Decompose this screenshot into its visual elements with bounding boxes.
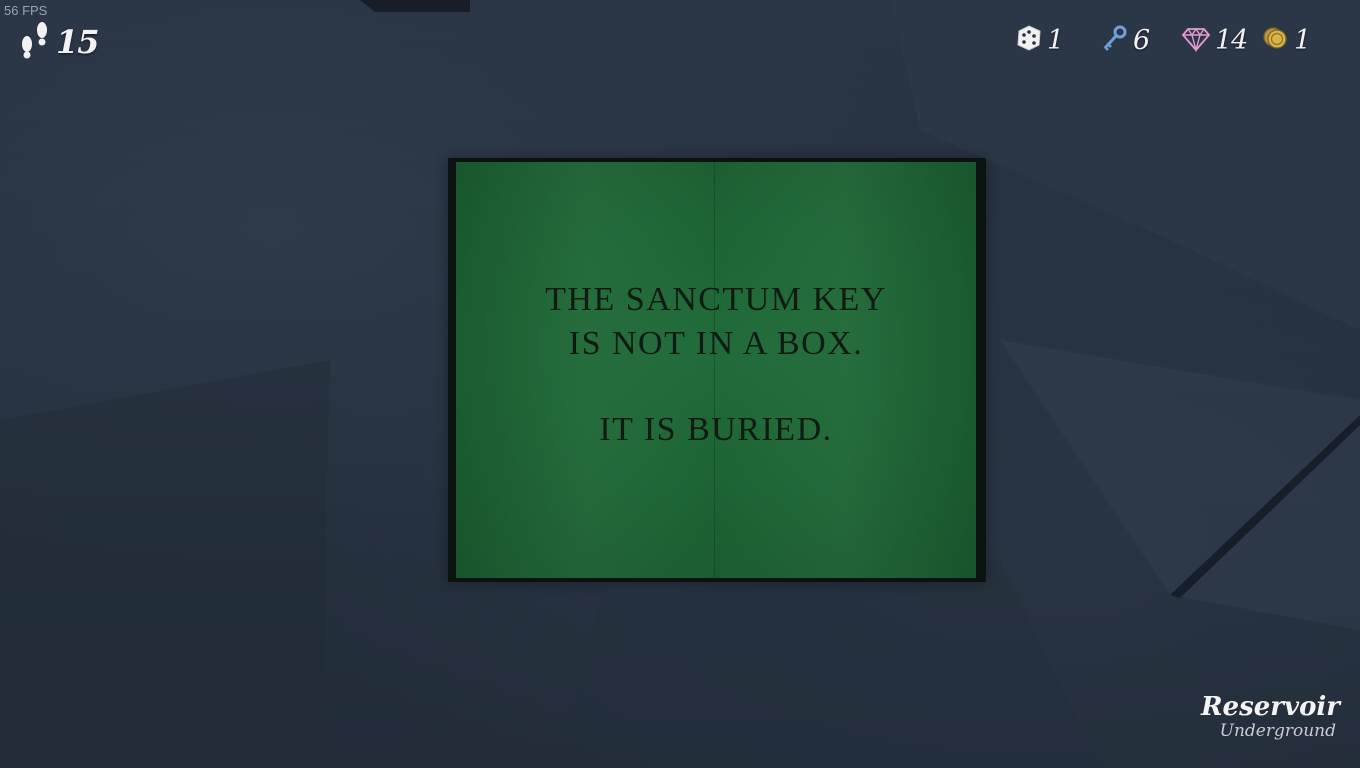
keys-counter: 6 — [1101, 24, 1150, 56]
keys-value: 6 — [1133, 24, 1150, 56]
note-line-2: IS NOT IN A BOX. — [568, 325, 864, 362]
footprints-icon — [18, 20, 52, 64]
gem-icon — [1181, 24, 1211, 56]
game-logo: Reservoir Underground — [1200, 692, 1340, 740]
note-fold-crease — [714, 162, 715, 578]
gems-value: 14 — [1215, 24, 1248, 56]
coins-counter: 1 — [1262, 24, 1311, 56]
green-note-paper: THE SANCTUM KEY IS NOT IN A BOX. IT IS B… — [456, 162, 976, 578]
note-panel[interactable]: THE SANCTUM KEY IS NOT IN A BOX. IT IS B… — [448, 158, 986, 582]
note-line-3: IT IS BURIED. — [599, 411, 833, 448]
fps-counter: 56 FPS — [4, 3, 48, 18]
dice-icon — [1015, 24, 1043, 56]
logo-subtitle: Underground — [1219, 721, 1336, 741]
key-icon — [1101, 24, 1129, 56]
steps-value: 15 — [56, 23, 100, 61]
dice-value: 1 — [1047, 24, 1064, 56]
gems-counter: 14 — [1181, 24, 1248, 56]
coins-icon — [1262, 24, 1290, 56]
logo-title: Reservoir — [1200, 692, 1340, 722]
coins-value: 1 — [1294, 24, 1311, 56]
dice-counter: 1 — [1015, 24, 1064, 56]
steps-counter: 15 — [18, 20, 100, 64]
note-line-1: THE SANCTUM KEY — [545, 281, 887, 318]
